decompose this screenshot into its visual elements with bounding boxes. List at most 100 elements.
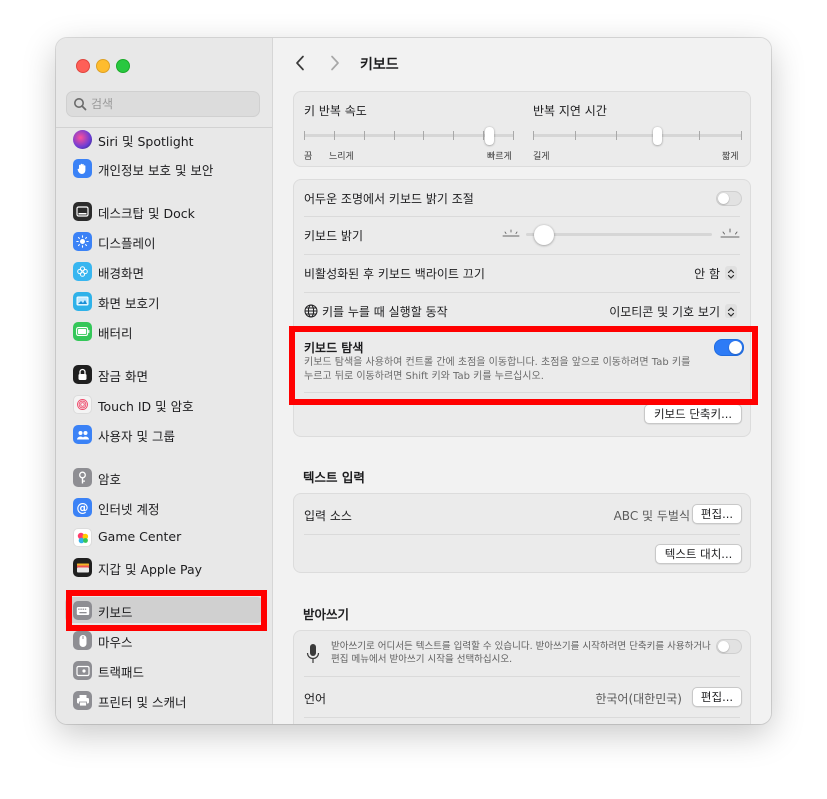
key-repeat-label: 키 반복 속도 [304, 104, 367, 118]
brightness-slider[interactable] [526, 225, 712, 245]
updown-stepper[interactable] [725, 304, 737, 318]
sidebar-item-displays[interactable]: 디스플레이 [65, 228, 263, 254]
sidebar-item-label: 키보드 [98, 605, 133, 620]
sidebar-item-desktop-dock[interactable]: 데스크탑 및 Dock [65, 198, 263, 224]
sidebar-item-wallet[interactable]: 지갑 및 Apple Pay [65, 554, 263, 580]
slider-tick [304, 131, 305, 140]
keyboard-shortcuts-button[interactable]: 키보드 단축키... [644, 404, 742, 424]
fingerprint-icon [73, 395, 92, 414]
dictation-desc-line-1: 받아쓰기로 어디서든 텍스트를 입력할 수 있습니다. 받아쓰기를 시작하려면 … [331, 641, 711, 652]
delay-slider[interactable] [533, 126, 742, 146]
row-divider [304, 676, 740, 677]
sidebar-item-label: 인터넷 계정 [98, 502, 160, 517]
globe-icon [304, 304, 318, 318]
row-divider [304, 717, 740, 718]
updown-stepper[interactable] [725, 266, 737, 280]
slider-tick [394, 131, 395, 140]
search-field[interactable] [66, 91, 260, 117]
sidebar-item-wallpaper[interactable]: 배경화면 [65, 258, 263, 284]
back-button[interactable] [289, 52, 311, 74]
sidebar-item-battery[interactable]: 배터리 [65, 318, 263, 344]
keyboard-nav-desc-line-2: 누르고 뒤로 이동하려면 Shift 키와 Tab 키를 누르십시오. [304, 371, 544, 382]
sidebar-item-label: 지갑 및 Apple Pay [98, 562, 203, 577]
lock-icon [73, 365, 92, 384]
key-repeat-slider[interactable] [304, 126, 514, 146]
mouse-icon [73, 631, 92, 650]
row-divider [304, 330, 740, 331]
minimize-window-button[interactable] [96, 59, 110, 73]
trackpad-icon [73, 661, 92, 680]
sidebar-item-trackpad[interactable]: 트랙패드 [65, 657, 263, 683]
chevron-updown-icon [727, 307, 735, 317]
sidebar-item-siri[interactable]: Siri 및 Spotlight [65, 126, 263, 152]
globe-key-value[interactable]: 이모티콘 및 기호 보기 [609, 303, 720, 320]
sidebar-item-screensaver[interactable]: 화면 보호기 [65, 288, 263, 314]
sidebar-item-lock-screen[interactable]: 잠금 화면 [65, 361, 263, 387]
delay-long-label: 길게 [533, 152, 550, 162]
sidebar-item-touch-id[interactable]: Touch ID 및 암호 [65, 391, 263, 417]
slider-tick [699, 131, 700, 140]
page-title: 키보드 [360, 57, 399, 73]
slider-thumb[interactable] [485, 127, 494, 145]
keyboard-icon [73, 601, 92, 620]
sidebar-item-internet-accounts[interactable]: @ 인터넷 계정 [65, 494, 263, 520]
dictation-desc-line-2: 편집 메뉴에서 받아쓰기 시작을 선택하십시오. [331, 654, 513, 665]
at-icon: @ [73, 498, 92, 517]
sidebar-item-label: 암호 [98, 472, 122, 487]
slider-thumb[interactable] [653, 127, 662, 145]
sidebar-item-label: 프린터 및 스캐너 [98, 695, 187, 710]
search-icon [74, 98, 87, 111]
row-divider [304, 254, 740, 255]
slider-tick [616, 131, 617, 140]
sidebar-item-mouse[interactable]: 마우스 [65, 627, 263, 653]
slider-thumb[interactable] [534, 225, 554, 245]
sidebar-item-label: 마우스 [98, 635, 133, 650]
users-icon [73, 425, 92, 444]
sidebar-item-label: 사용자 및 그룹 [98, 429, 175, 444]
language-edit-button[interactable]: 편집... [692, 687, 742, 707]
sidebar-item-users[interactable]: 사용자 및 그룹 [65, 421, 263, 447]
key-repeat-slow-label: 느리게 [329, 152, 354, 162]
slider-tick [364, 131, 365, 140]
text-replacements-button[interactable]: 텍스트 대치... [655, 544, 742, 564]
input-sources-edit-button[interactable]: 편집... [692, 504, 742, 524]
backlight-off-value[interactable]: 안 함 [694, 265, 720, 282]
search-input[interactable] [91, 95, 251, 113]
dim-light-toggle[interactable] [716, 191, 742, 206]
printer-icon [73, 691, 92, 710]
sidebar-item-game-center[interactable]: Game Center [65, 524, 263, 550]
sidebar-item-label: 데스크탑 및 Dock [98, 206, 195, 221]
sidebar-item-privacy[interactable]: 개인정보 보호 및 보안 [65, 155, 263, 181]
sidebar: Siri 및 Spotlight 개인정보 보호 및 보안 데스크탑 및 Doc… [56, 38, 273, 724]
sidebar-item-keyboard[interactable]: 키보드 [65, 597, 263, 623]
language-label: 언어 [304, 692, 327, 706]
keyboard-nav-desc-line-1: 키보드 탐색을 사용하여 컨트롤 간에 초점을 이동합니다. 초점을 앞으로 이… [304, 357, 691, 368]
dictation-card: 받아쓰기로 어디서든 텍스트를 입력할 수 있습니다. 받아쓰기를 시작하려면 … [293, 630, 751, 724]
row-divider [304, 392, 740, 393]
close-window-button[interactable] [76, 59, 90, 73]
zoom-window-button[interactable] [116, 59, 130, 73]
keyboard-nav-label: 키보드 탐색 [304, 341, 364, 355]
screensaver-icon [73, 292, 92, 311]
row-divider [304, 292, 740, 293]
dictation-section-title: 받아쓰기 [303, 607, 350, 622]
sidebar-item-printers[interactable]: 프린터 및 스캐너 [65, 687, 263, 713]
sidebar-item-passwords[interactable]: 암호 [65, 464, 263, 490]
brightness-low-icon [502, 229, 520, 237]
dim-light-label: 어두운 조명에서 키보드 밝기 조절 [304, 192, 474, 206]
input-sources-label: 입력 소스 [304, 509, 352, 523]
chevron-right-icon [331, 55, 339, 71]
dictation-toggle[interactable] [716, 639, 742, 654]
forward-button[interactable] [324, 52, 346, 74]
sidebar-item-label: Siri 및 Spotlight [98, 134, 194, 149]
sidebar-item-label: Touch ID 및 암호 [98, 399, 194, 414]
keyboard-nav-toggle[interactable] [714, 339, 744, 356]
main-pane: 키보드 키 반복 속도 반복 지연 시간 끔 느리게 빠르게 길게 짧게 어두운 [273, 38, 771, 724]
row-divider [304, 534, 740, 535]
settings-window: Siri 및 Spotlight 개인정보 보호 및 보안 데스크탑 및 Doc… [56, 38, 771, 724]
key-repeat-fast-label: 빠르게 [487, 152, 512, 162]
slider-tick [741, 131, 742, 140]
key-repeat-card: 키 반복 속도 반복 지연 시간 끔 느리게 빠르게 길게 짧게 [293, 91, 751, 167]
text-input-card: 입력 소스 ABC 및 두벌식 편집... 텍스트 대치... [293, 493, 751, 573]
sun-icon [73, 232, 92, 251]
